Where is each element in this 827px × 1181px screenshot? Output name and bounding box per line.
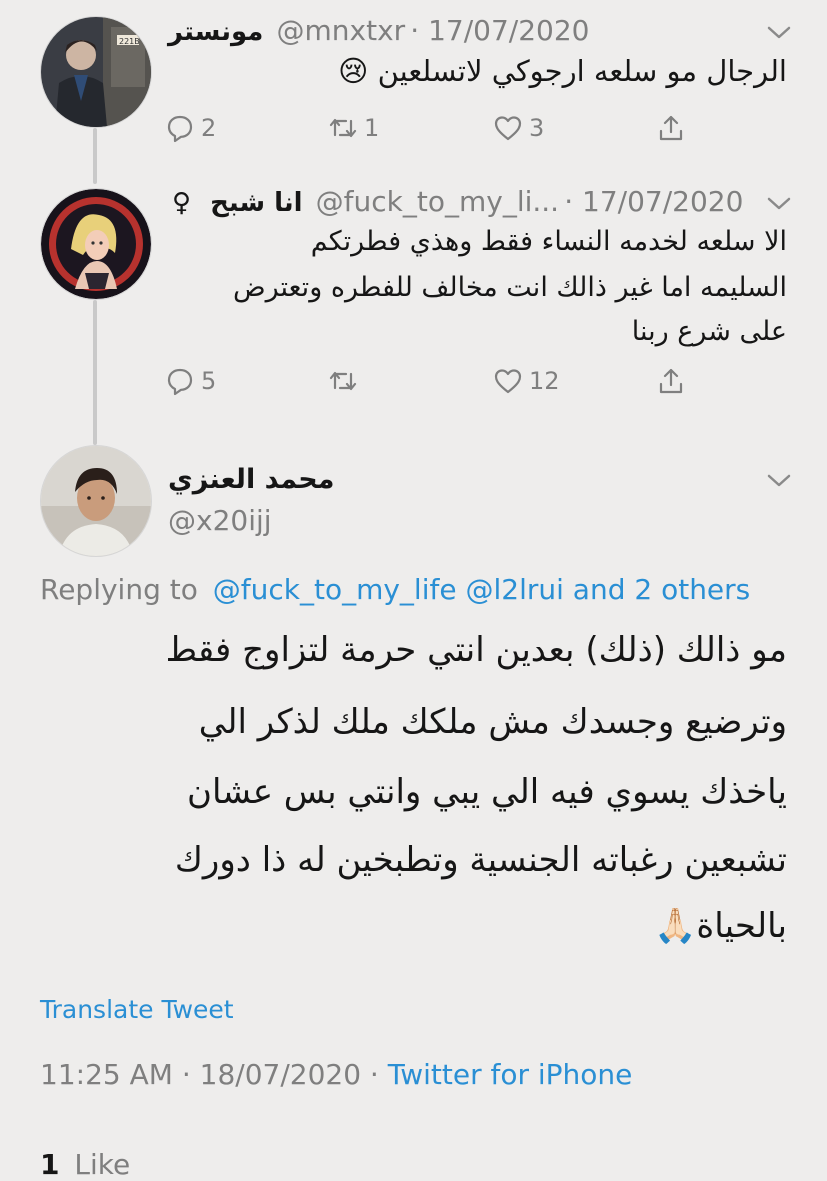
reply-count: 5	[201, 367, 217, 395]
like-count: 3	[529, 114, 545, 142]
retweet-count: 1	[364, 114, 380, 142]
tweet-text-line: بالحياة🙏🏻	[654, 906, 787, 946]
reply-icon	[167, 115, 193, 143]
reply-button[interactable]: 5	[165, 366, 216, 396]
likes-count: 1	[40, 1148, 60, 1181]
thread-line-1	[93, 128, 97, 184]
tweet-header: ♀ انا شبح @fuck_to_my_li... · 17/07/2020	[172, 185, 743, 218]
separator: ·	[564, 185, 582, 218]
like-button[interactable]: 12	[493, 366, 560, 396]
share-icon	[659, 115, 683, 141]
gender-symbol: ♀	[172, 188, 192, 218]
retweet-button[interactable]: 1	[328, 113, 379, 143]
share-button[interactable]	[656, 113, 686, 143]
likes-label: Like	[74, 1148, 131, 1181]
timestamp[interactable]: 17/07/2020	[428, 14, 589, 47]
like-icon	[494, 116, 522, 141]
tweet-text: الرجال مو سلعه ارجوكي لاتسلعين 😢	[338, 54, 787, 88]
tweet-text-line: ياخذك يسوي فيه الي يبي وانتي بس عشان	[187, 772, 787, 812]
like-button[interactable]: 3	[493, 113, 544, 143]
reply-button[interactable]: 2	[165, 113, 216, 143]
avatar[interactable]	[40, 445, 152, 557]
replying-to: Replying to @fuck_to_my_life @l2lrui and…	[40, 573, 750, 606]
tweet-timestamp: 11:25 AM · 18/07/2020 · Twitter for iPho…	[40, 1058, 632, 1091]
separator: ·	[369, 1058, 388, 1091]
like-icon	[494, 369, 522, 394]
replying-to-label: Replying to	[40, 573, 198, 606]
display-name[interactable]: مونستر	[168, 17, 263, 47]
tweet-text-line: على شرع ربنا	[631, 316, 787, 347]
reply-count: 2	[201, 114, 217, 142]
chevron-down-icon[interactable]	[763, 22, 795, 44]
tweet-text-line: تشبعين رغباته الجنسية وتطبخين له ذا دورك	[174, 840, 787, 880]
avatar[interactable]	[40, 188, 152, 300]
tweet-header: مونستر @mnxtxr · 17/07/2020	[168, 14, 589, 47]
tweet-text-line: السليمه اما غير ذالك انت مخالف للفطره وت…	[232, 272, 787, 303]
separator: ·	[410, 14, 429, 47]
chevron-down-icon[interactable]	[763, 470, 795, 492]
timestamp[interactable]: 17/07/2020	[582, 185, 743, 218]
separator: ·	[181, 1058, 200, 1091]
tweet-text-line: الا سلعه لخدمه النساء فقط وهذي فطرتكم	[310, 226, 787, 257]
handle[interactable]: @fuck_to_my_li...	[316, 185, 559, 218]
handle[interactable]: @x20ijj	[168, 504, 272, 537]
tweet-actions: 5 12	[165, 366, 725, 406]
share-button[interactable]	[656, 366, 686, 396]
avatar[interactable]: 221B	[40, 16, 152, 128]
tweet-date: 18/07/2020	[199, 1058, 362, 1091]
svg-text:221B: 221B	[119, 37, 140, 46]
chevron-down-icon[interactable]	[763, 193, 795, 215]
translate-tweet-link[interactable]: Translate Tweet	[40, 995, 234, 1024]
likes-summary[interactable]: 1 Like	[40, 1148, 130, 1181]
tweet-text-line: مو ذالك (ذلك) بعدين انتي حرمة لتزاوج فقط	[165, 630, 787, 670]
retweet-button[interactable]	[328, 366, 364, 396]
share-icon	[659, 368, 683, 394]
display-name[interactable]: انا شبح	[210, 188, 302, 218]
thread-line-2	[93, 300, 97, 445]
tweet-time: 11:25 AM	[40, 1058, 173, 1091]
handle[interactable]: @mnxtxr	[277, 14, 406, 47]
display-name[interactable]: محمد العنزي	[168, 464, 334, 495]
tweet-actions: 2 1 3	[165, 113, 725, 153]
like-count: 12	[529, 367, 560, 395]
retweet-icon	[329, 118, 357, 138]
tweet-client-link[interactable]: Twitter for iPhone	[388, 1058, 633, 1091]
tweet-text-line: وترضيع وجسدك مش ملكك ملك لذكر الي	[198, 702, 787, 742]
replying-to-users[interactable]: @fuck_to_my_life @l2lrui and 2 others	[213, 573, 751, 606]
retweet-icon	[329, 371, 357, 391]
reply-icon	[167, 368, 193, 396]
